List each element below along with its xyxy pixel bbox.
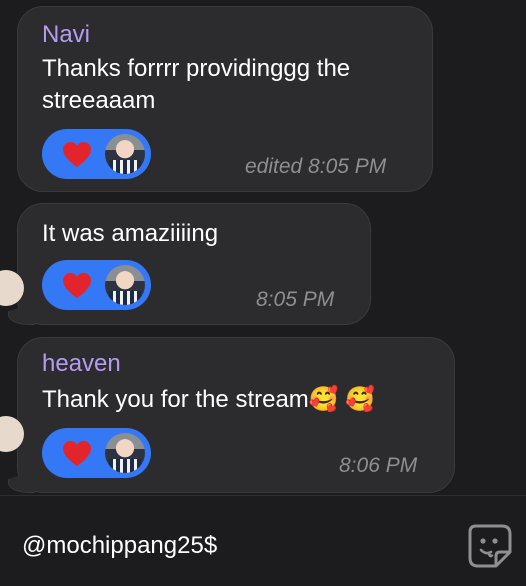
reaction-pill[interactable] [42,260,151,310]
heart-icon [63,273,91,298]
message-composer [0,495,526,586]
sender-avatar[interactable] [0,416,24,452]
heart-icon [63,441,91,466]
sender-name[interactable]: heaven [42,350,121,378]
message-bubble[interactable]: It was amaziiiing 8:05 PM [0,203,371,325]
bubble-tail [8,470,35,493]
sticker-icon[interactable] [466,522,514,570]
message-input[interactable] [22,532,442,560]
message-timestamp: 8:06 PM [339,454,418,477]
sender-avatar[interactable] [0,270,24,306]
message-timestamp: 8:05 PM [256,288,335,311]
bubble-tail [8,302,35,325]
reactor-avatar [105,433,145,473]
message-text-line: Thanks forrrr providinggg the [42,55,351,82]
reactor-avatar [105,134,145,174]
message-timestamp: edited 8:05 PM [245,155,387,178]
message-text-line: Thank you for the stream🥰 🥰 [42,386,376,413]
chat-message-list[interactable]: Navi Thanks forrrr providinggg the stree… [0,0,526,495]
message-bubble[interactable]: Navi Thanks forrrr providinggg the stree… [17,6,433,192]
reaction-pill[interactable] [42,129,151,179]
heart-icon [63,142,91,167]
message-text-line: streeaaam [42,87,156,114]
reaction-pill[interactable] [42,428,151,478]
message-text-line: It was amaziiiing [42,220,219,247]
sender-name[interactable]: Navi [42,21,90,49]
message-bubble[interactable]: heaven Thank you for the stream🥰 🥰 8:06 … [0,337,455,493]
reactor-avatar [105,265,145,305]
